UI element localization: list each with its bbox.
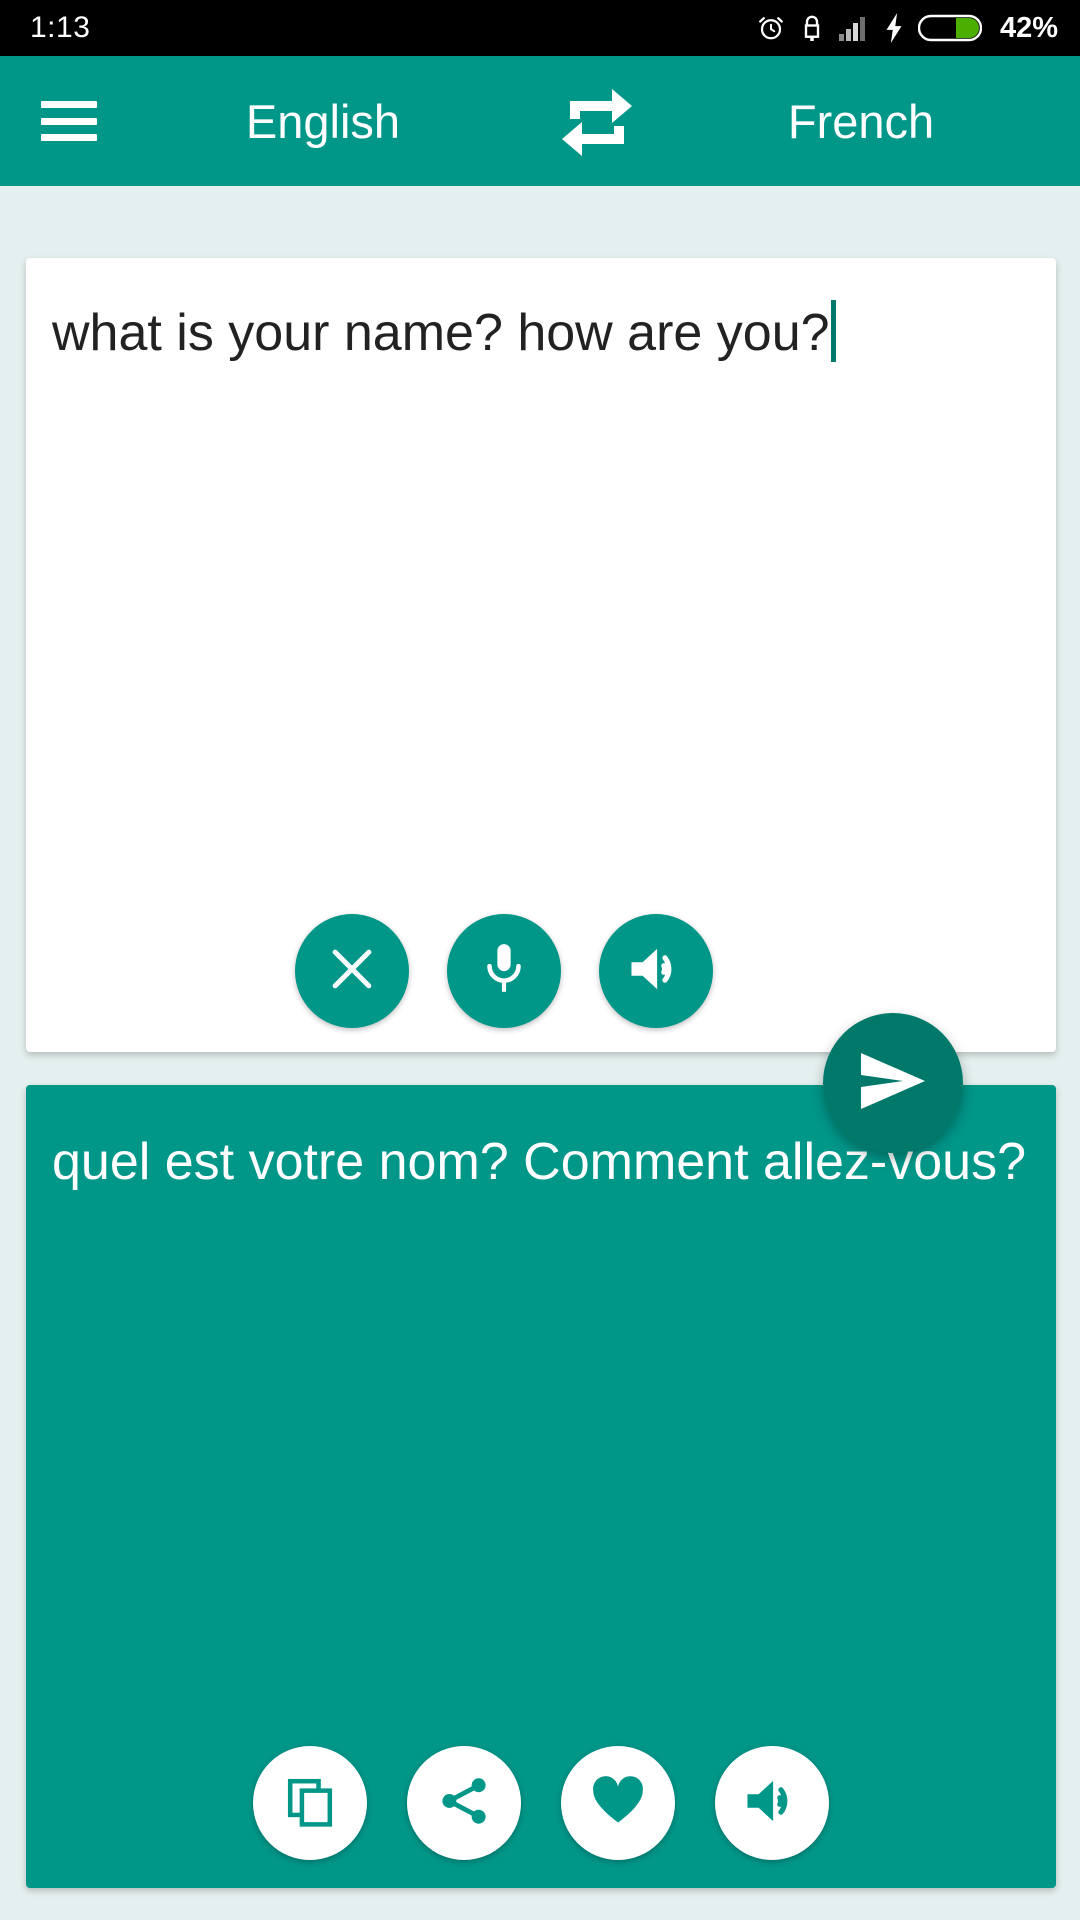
app-toolbar: English French bbox=[0, 56, 1080, 186]
share-button[interactable] bbox=[407, 1746, 521, 1860]
input-panel[interactable]: what is your name? how are you? bbox=[26, 258, 1056, 1052]
source-language-selector[interactable]: English bbox=[124, 94, 532, 149]
microphone-icon bbox=[478, 940, 530, 1003]
heart-icon bbox=[590, 1775, 646, 1832]
copy-button[interactable] bbox=[253, 1746, 367, 1860]
share-icon bbox=[437, 1774, 491, 1833]
text-caret bbox=[830, 300, 836, 362]
swap-languages-button[interactable] bbox=[532, 66, 662, 176]
status-bar: 1:13 42% bbox=[0, 0, 1080, 56]
status-time: 1:13 bbox=[30, 11, 91, 44]
alarm-icon bbox=[756, 13, 786, 43]
clear-button[interactable] bbox=[295, 914, 409, 1028]
target-language-selector[interactable]: French bbox=[662, 94, 1080, 149]
output-action-bar bbox=[26, 1746, 1056, 1860]
charging-bolt-icon bbox=[884, 13, 904, 43]
swap-languages-icon bbox=[560, 81, 634, 162]
mic-button[interactable] bbox=[447, 914, 561, 1028]
battery-percent: 42% bbox=[999, 11, 1058, 44]
speaker-icon bbox=[743, 1774, 801, 1833]
send-icon bbox=[855, 1047, 931, 1120]
speaker-icon bbox=[627, 942, 685, 1001]
speak-output-button[interactable] bbox=[715, 1746, 829, 1860]
menu-button[interactable] bbox=[14, 66, 124, 176]
app-screen: 1:13 42% English French what is your nam… bbox=[0, 0, 1080, 1920]
source-text: what is your name? how are you? bbox=[52, 304, 830, 362]
send-button[interactable] bbox=[823, 1013, 963, 1153]
source-text-area[interactable]: what is your name? how are you? bbox=[52, 300, 1032, 365]
status-icons: 42% bbox=[756, 12, 1058, 45]
hamburger-menu-icon bbox=[41, 101, 97, 141]
battery-icon bbox=[917, 13, 982, 43]
signal-bars-icon bbox=[838, 14, 870, 42]
close-icon bbox=[325, 942, 379, 1001]
speak-input-button[interactable] bbox=[599, 914, 713, 1028]
input-action-bar bbox=[26, 914, 1056, 1028]
lock-icon bbox=[800, 13, 824, 43]
favorite-button[interactable] bbox=[561, 1746, 675, 1860]
copy-icon bbox=[283, 1774, 337, 1833]
output-panel[interactable]: quel est votre nom? Comment allez-vous? bbox=[26, 1085, 1056, 1888]
